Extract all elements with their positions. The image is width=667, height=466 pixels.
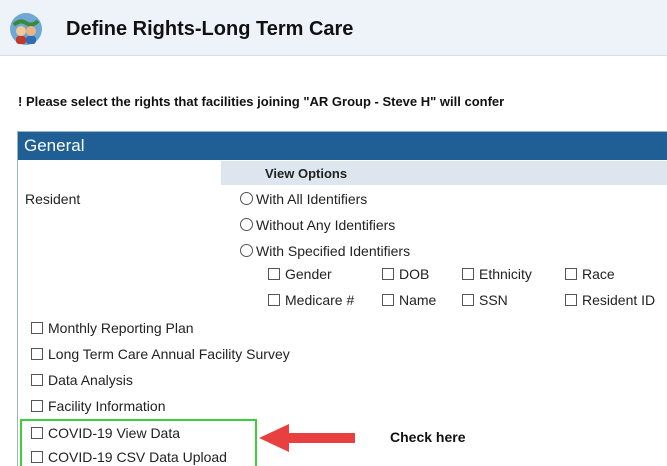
highlight-box: [20, 419, 257, 466]
checkbox-label: Data Analysis: [48, 372, 133, 388]
checkbox-icon[interactable]: [565, 294, 577, 306]
checkbox-name[interactable]: Name: [382, 292, 436, 308]
checkbox-label: DOB: [399, 266, 430, 282]
checkbox-label: Gender: [285, 266, 332, 282]
checkbox-label: SSN: [479, 292, 508, 308]
panel-title: General: [18, 132, 667, 160]
radio-label: With Specified Identifiers: [256, 243, 411, 259]
page-title: Define Rights-Long Term Care: [66, 18, 354, 40]
checkbox-gender[interactable]: Gender: [268, 266, 332, 282]
checkbox-ltc-annual-survey[interactable]: Long Term Care Annual Facility Survey: [31, 346, 290, 362]
checkbox-icon[interactable]: [382, 268, 394, 280]
radio-icon[interactable]: [240, 244, 253, 257]
checkbox-medicare[interactable]: Medicare #: [268, 292, 354, 308]
checkbox-monthly-reporting-plan[interactable]: Monthly Reporting Plan: [31, 320, 194, 336]
resident-label: Resident: [25, 191, 81, 207]
checkbox-icon[interactable]: [382, 294, 394, 306]
checkbox-icon[interactable]: [31, 348, 43, 360]
checkbox-icon[interactable]: [268, 294, 280, 306]
checkbox-label: Monthly Reporting Plan: [48, 320, 194, 336]
radio-with-specified-identifiers[interactable]: With Specified Identifiers: [240, 243, 410, 259]
radio-label: Without Any Identifiers: [256, 217, 396, 233]
checkbox-label: Resident ID: [582, 292, 656, 308]
checkbox-resident-id[interactable]: Resident ID: [565, 292, 655, 308]
checkbox-icon[interactable]: [268, 268, 280, 280]
checkbox-data-analysis[interactable]: Data Analysis: [31, 372, 133, 388]
checkbox-dob[interactable]: DOB: [382, 266, 429, 282]
checkbox-ssn[interactable]: SSN: [462, 292, 508, 308]
view-options-label: View Options: [265, 166, 348, 181]
checkbox-icon[interactable]: [462, 268, 474, 280]
radio-icon[interactable]: [240, 218, 253, 231]
checkbox-race[interactable]: Race: [565, 266, 615, 282]
view-options-header: View Options: [221, 161, 667, 185]
checkbox-label: Race: [582, 266, 615, 282]
radio-label: With All Identifiers: [256, 191, 368, 207]
checkbox-ethnicity[interactable]: Ethnicity: [462, 266, 532, 282]
instruction-text: ! Please select the rights that faciliti…: [18, 94, 505, 109]
checkbox-icon[interactable]: [462, 294, 474, 306]
checkbox-label: Ethnicity: [479, 266, 532, 282]
checkbox-icon[interactable]: [565, 268, 577, 280]
checkbox-label: Name: [399, 292, 437, 308]
left-arrow-icon: [259, 424, 355, 452]
checkbox-icon[interactable]: [31, 374, 43, 386]
checkbox-icon[interactable]: [31, 400, 43, 412]
radio-icon[interactable]: [240, 192, 253, 205]
checkbox-label: Long Term Care Annual Facility Survey: [48, 346, 290, 362]
checkbox-label: Facility Information: [48, 398, 166, 414]
radio-without-any-identifiers[interactable]: Without Any Identifiers: [240, 217, 395, 233]
radio-with-all-identifiers[interactable]: With All Identifiers: [240, 191, 367, 207]
people-globe-icon: [10, 13, 42, 45]
checkbox-facility-information[interactable]: Facility Information: [31, 398, 165, 414]
check-here-note: Check here: [390, 429, 466, 445]
page-header: Define Rights-Long Term Care: [0, 0, 667, 56]
checkbox-icon[interactable]: [31, 322, 43, 334]
checkbox-label: Medicare #: [285, 292, 355, 308]
